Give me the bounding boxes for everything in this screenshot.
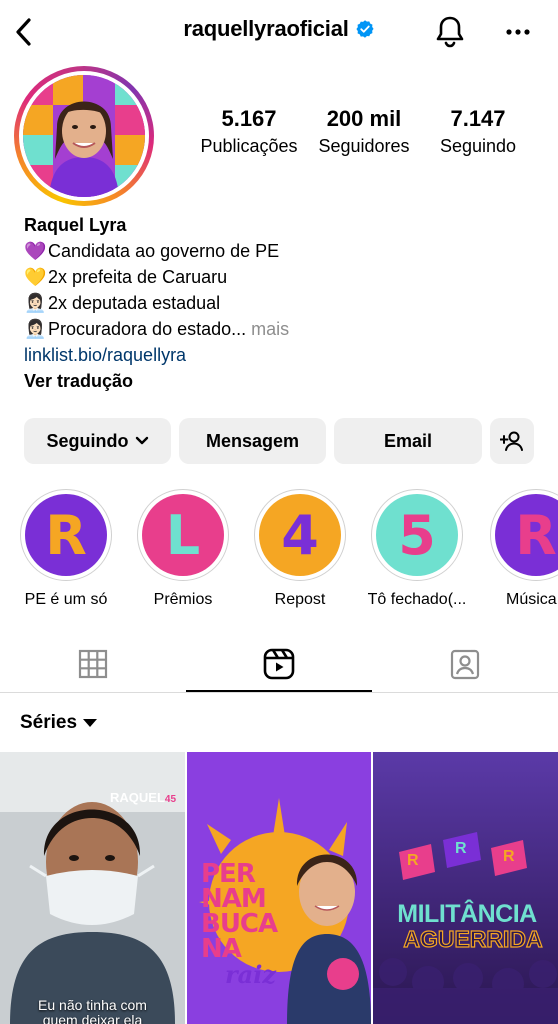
highlight-glyph: R xyxy=(45,503,87,567)
add-person-icon xyxy=(500,431,523,451)
email-button-label: Email xyxy=(383,430,433,451)
bio-line: 👩🏻‍💼2x deputada estadual xyxy=(24,290,544,316)
highlight-cover: L xyxy=(142,494,224,576)
profile-avatar-story-ring[interactable] xyxy=(14,66,154,206)
tab-posts-grid[interactable] xyxy=(0,636,186,692)
see-translation-link[interactable]: Ver tradução xyxy=(24,368,544,394)
highlight-glyph: L xyxy=(165,503,201,567)
tab-reels[interactable] xyxy=(186,636,372,692)
highlight-glyph: R xyxy=(515,503,557,567)
highlight-label: Música xyxy=(506,591,557,608)
bio-line-text: Procuradora do estado... xyxy=(48,319,247,339)
reels-icon xyxy=(263,648,295,680)
bio-website-link[interactable]: linklist.bio/raquellyra xyxy=(24,342,544,368)
highlight-cover: R xyxy=(495,494,558,576)
tile-headline-line: NA xyxy=(201,934,242,964)
posts-count-stat[interactable]: 5.167 Publicações xyxy=(190,106,308,157)
reel-thumbnail[interactable]: R R R MILITÂNCIA AGUERRIDA xyxy=(373,752,558,1024)
highlight-item[interactable]: R PE é um só xyxy=(10,489,122,609)
yellow-heart-icon: 💛 xyxy=(24,267,47,287)
message-button[interactable]: Mensagem xyxy=(179,418,326,464)
highlight-cover: 4 xyxy=(259,494,341,576)
tile-brand: RAQUEL45 xyxy=(110,790,176,805)
flag-letter: R xyxy=(503,848,515,865)
series-dropdown[interactable]: Séries xyxy=(20,712,98,734)
highlight-item[interactable]: R Música xyxy=(478,489,558,609)
highlight-label: Prêmios xyxy=(153,591,213,608)
tab-divider xyxy=(0,692,558,693)
followers-count-stat[interactable]: 200 mil Seguidores xyxy=(306,106,422,157)
highlight-cover: 5 xyxy=(376,494,458,576)
tile-brand-number: 45 xyxy=(164,794,177,805)
grid-icon xyxy=(78,649,108,679)
bio-more-link[interactable]: mais xyxy=(251,319,289,339)
woman-office-worker-icon: 👩🏻‍💼 xyxy=(24,319,47,339)
back-button[interactable] xyxy=(8,12,40,52)
bio-line: 💜Candidata ao governo de PE xyxy=(24,238,544,264)
posts-label: Publicações xyxy=(200,136,298,156)
bio-line-text: 2x deputada estadual xyxy=(48,293,221,313)
following-count-stat[interactable]: 7.147 Seguindo xyxy=(424,106,532,157)
highlight-item[interactable]: L Prêmios xyxy=(127,489,239,609)
bio-line: 💛2x prefeita de Caruaru xyxy=(24,264,544,290)
avatar xyxy=(23,75,145,197)
reel-thumbnail[interactable]: RAQUEL45 Eu não tinha com quem deixar el… xyxy=(0,752,185,1024)
tile-subheadline: raiz xyxy=(225,960,276,989)
tile-headline-top: MILITÂNCIA xyxy=(397,900,537,928)
following-count: 7.147 xyxy=(450,106,506,131)
purple-heart-icon: 💜 xyxy=(24,241,47,261)
profile-display-name: Raquel Lyra xyxy=(24,215,127,235)
bio-line: 👩🏻‍💼Procuradora do estado... mais xyxy=(24,316,544,342)
more-options-button[interactable] xyxy=(498,12,538,52)
tile-headline: PER NAM BUCA NA xyxy=(201,861,278,964)
tile-caption-line: Eu não tinha com xyxy=(38,997,147,1013)
flag-letter: R xyxy=(407,852,419,869)
woman-office-worker-icon: 👩🏻‍💼 xyxy=(24,293,47,313)
email-button[interactable]: Email xyxy=(334,418,482,464)
following-label: Seguindo xyxy=(439,136,517,156)
highlight-item[interactable]: 5 Tô fechado(... xyxy=(361,489,473,609)
highlight-cover: R xyxy=(25,494,107,576)
verified-badge-icon xyxy=(356,20,374,38)
bell-icon xyxy=(436,16,464,48)
highlight-glyph: 5 xyxy=(398,503,436,567)
profile-header: raquellyraoficial xyxy=(0,0,558,64)
profile-username: raquellyraoficial xyxy=(183,16,349,41)
highlight-label: PE é um só xyxy=(24,591,108,608)
message-button-label: Mensagem xyxy=(205,430,300,451)
following-button-label: Seguindo xyxy=(46,430,129,451)
tile-caption: Eu não tinha com quem deixar ela xyxy=(0,998,185,1024)
chevron-left-icon xyxy=(16,18,31,46)
bio-line-text: Candidata ao governo de PE xyxy=(48,241,280,261)
tile-caption-line: quem deixar ela xyxy=(42,1012,143,1024)
highlight-glyph: 4 xyxy=(281,503,319,567)
ellipsis-icon xyxy=(506,29,530,35)
series-label: Séries xyxy=(20,712,78,733)
highlight-label: Repost xyxy=(274,591,326,608)
tile-headline-bottom: AGUERRIDA xyxy=(403,925,543,952)
suggested-accounts-button[interactable] xyxy=(490,418,534,464)
following-button[interactable]: Seguindo xyxy=(24,418,171,464)
followers-count: 200 mil xyxy=(326,106,402,131)
posts-count: 5.167 xyxy=(221,106,277,131)
profile-bio: Raquel Lyra 💜Candidata ao governo de PE … xyxy=(24,212,544,394)
notifications-button[interactable] xyxy=(430,12,470,52)
bio-line-text: 2x prefeita de Caruaru xyxy=(48,267,228,287)
reel-thumbnail[interactable]: PER NAM BUCA NA raiz xyxy=(187,752,371,1024)
followers-label: Seguidores xyxy=(318,136,410,156)
flag-letter: R xyxy=(455,840,467,857)
tagged-person-icon xyxy=(450,649,480,680)
highlight-item[interactable]: 4 Repost xyxy=(244,489,356,609)
tile-brand-text: RAQUEL xyxy=(110,790,165,805)
tab-tagged[interactable] xyxy=(372,636,558,692)
chevron-down-icon xyxy=(135,436,148,445)
highlight-label: Tô fechado(... xyxy=(367,591,467,608)
caret-down-icon xyxy=(83,718,98,727)
